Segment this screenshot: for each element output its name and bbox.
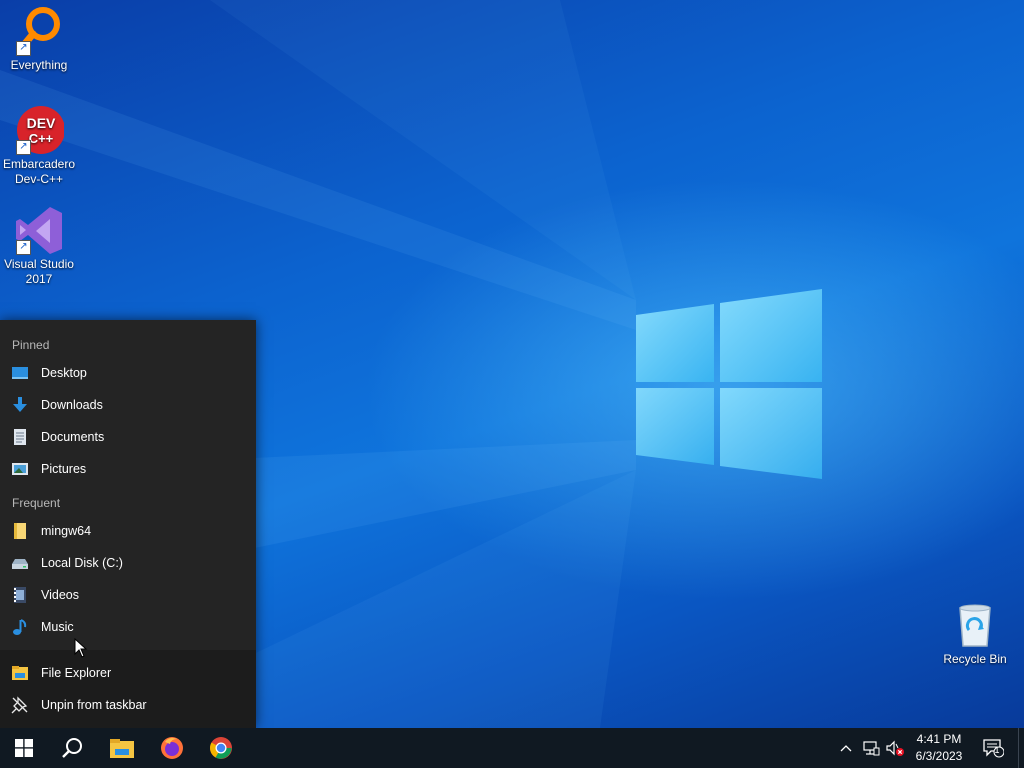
clock-time: 4:41 PM <box>916 732 962 746</box>
jumplist-item-label: Local Disk (C:) <box>41 556 123 570</box>
show-hidden-icons-button[interactable] <box>836 728 856 768</box>
desktop-icon <box>11 364 29 382</box>
file-explorer-icon <box>11 664 29 682</box>
network-icon <box>863 741 880 756</box>
network-status[interactable] <box>860 728 882 768</box>
notification-count: 1 <box>994 745 1000 755</box>
jumplist-actions: File Explorer Unpin from taskbar <box>0 650 256 728</box>
jumplist-item-label: Videos <box>41 588 79 602</box>
chevron-up-icon <box>840 745 852 752</box>
video-icon <box>11 586 29 604</box>
jumplist-item-label: mingw64 <box>41 524 92 538</box>
action-center-button[interactable]: 1 <box>978 728 1008 768</box>
clock-date: 6/3/2023 <box>915 749 963 763</box>
jumplist-item-downloads[interactable]: Downloads <box>0 389 256 421</box>
mouse-cursor-icon <box>74 638 88 658</box>
search-icon <box>62 738 82 758</box>
desktop-icon-label: Recycle Bin <box>943 652 1007 666</box>
jumplist-item-label: File Explorer <box>41 666 112 680</box>
taskbar-file-explorer[interactable] <box>98 728 146 768</box>
svg-text:C++: C++ <box>29 131 54 146</box>
desktop-icon-devcpp[interactable]: DEV C++ ↗ Embarcadero Dev-C++ <box>0 105 78 187</box>
jumplist-item-label: Desktop <box>41 366 87 380</box>
taskbar: 4:41 PM 6/3/2023 1 <box>0 728 1024 768</box>
jumplist-item-mingw64[interactable]: mingw64 <box>0 515 256 547</box>
jumplist-action-unpin[interactable]: Unpin from taskbar <box>0 689 256 721</box>
file-explorer-icon <box>110 739 134 758</box>
jumplist-item-label: Pictures <box>41 462 87 476</box>
shortcut-arrow-icon: ↗ <box>16 41 31 56</box>
taskbar-chrome[interactable] <box>197 728 245 768</box>
firefox-icon <box>161 737 183 759</box>
jumplist-item-label: Downloads <box>41 398 103 412</box>
jumplist-item-local-disk[interactable]: Local Disk (C:) <box>0 547 256 579</box>
jumplist-item-label: Music <box>41 620 74 634</box>
desktop-icon-label: Everything <box>10 58 68 72</box>
jumplist-item-label: Unpin from taskbar <box>41 698 147 712</box>
jumplist-action-file-explorer[interactable]: File Explorer <box>0 657 256 689</box>
devcpp-app-icon: DEV C++ ↗ <box>14 105 65 155</box>
download-icon <box>11 396 29 414</box>
windows-start-icon <box>15 739 33 757</box>
chrome-icon <box>210 737 232 759</box>
shortcut-arrow-icon: ↗ <box>16 240 31 255</box>
taskbar-jump-list: Pinned Desktop Downloads Documents Pictu… <box>0 320 256 728</box>
desktop-icon-label: Visual Studio 2017 <box>4 257 74 286</box>
windows-logo-wallpaper <box>636 289 822 479</box>
taskbar-clock[interactable]: 4:41 PM 6/3/2023 <box>906 731 972 765</box>
jumplist-item-documents[interactable]: Documents <box>0 421 256 453</box>
jumplist-item-videos[interactable]: Videos <box>0 579 256 611</box>
picture-icon <box>11 460 29 478</box>
desktop-icon-label: Embarcadero Dev-C++ <box>2 157 76 186</box>
document-icon <box>11 428 29 446</box>
recycle-bin-icon <box>950 600 1000 650</box>
folder-icon <box>11 522 29 540</box>
everything-app-icon: ↗ <box>14 6 64 56</box>
jumplist-item-label: Documents <box>41 430 105 444</box>
shortcut-arrow-icon: ↗ <box>16 140 31 155</box>
jumplist-item-pictures[interactable]: Pictures <box>0 453 256 485</box>
start-button[interactable] <box>0 728 48 768</box>
drive-icon <box>11 554 29 572</box>
pinned-header: Pinned <box>12 338 50 352</box>
frequent-header: Frequent <box>12 496 61 510</box>
volume-status[interactable] <box>884 728 906 768</box>
music-icon <box>11 618 29 636</box>
desktop-icon-everything[interactable]: ↗ Everything <box>0 6 78 73</box>
taskbar-firefox[interactable] <box>148 728 196 768</box>
svg-text:DEV: DEV <box>27 115 56 131</box>
show-desktop-button[interactable] <box>1018 728 1024 768</box>
visual-studio-app-icon: ↗ <box>14 205 64 255</box>
jumplist-item-music[interactable]: Music <box>0 611 256 643</box>
desktop-icon-recycle-bin[interactable]: Recycle Bin <box>936 600 1014 667</box>
search-button[interactable] <box>48 728 96 768</box>
jumplist-item-desktop[interactable]: Desktop <box>0 357 256 389</box>
desktop-icon-visual-studio[interactable]: ↗ Visual Studio 2017 <box>0 205 78 287</box>
volume-muted-icon <box>886 740 904 756</box>
unpin-icon <box>11 696 29 714</box>
